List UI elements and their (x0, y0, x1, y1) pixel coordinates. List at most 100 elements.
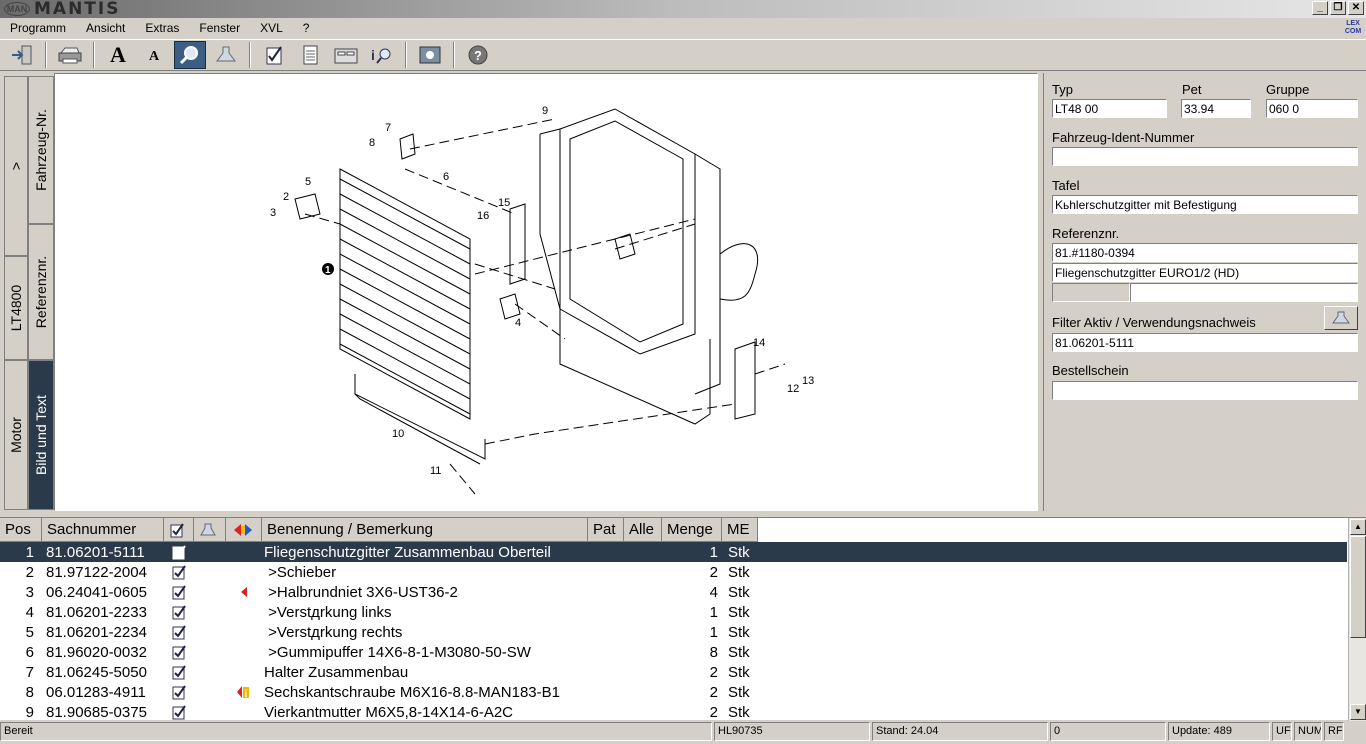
menu-fenster[interactable]: Fenster (189, 21, 250, 35)
tab-lt4800[interactable]: LT4800 (4, 256, 28, 360)
col-pat[interactable]: Pat (588, 518, 624, 542)
typ-label: Typ (1052, 82, 1073, 97)
svg-text:13: 13 (802, 375, 814, 387)
cell-flag (226, 702, 262, 720)
bestellschein-field[interactable] (1052, 381, 1358, 400)
table-row[interactable]: 2 81.97122-2004 >Schieber 2 Stk (0, 562, 1347, 582)
cell-pat (588, 582, 624, 602)
cell-benennung: Sechskantschraube M6X16-8.8-MAN183-B1 (264, 683, 560, 701)
font-large-icon[interactable]: A (102, 41, 134, 69)
scroll-down-icon[interactable]: ▼ (1350, 704, 1366, 720)
image-icon[interactable] (414, 41, 446, 69)
svg-text:12: 12 (787, 383, 799, 395)
svg-text:15: 15 (498, 197, 510, 209)
info-search-icon[interactable]: i (366, 41, 398, 69)
table-row[interactable]: 8 06.01283-4911 i Sechskantschraube M6X16-8… (0, 682, 1347, 702)
referenz-field[interactable]: 81.#1180-0394 (1052, 243, 1358, 262)
tab-bild-und-text[interactable]: Bild und Text (28, 360, 54, 510)
minimize-button[interactable]: _ (1312, 1, 1328, 15)
side-tabs: > Fahrzeug-Nr. LT4800 Referenznr. Motor … (4, 74, 54, 510)
menu-xvl[interactable]: XVL (250, 21, 293, 35)
cell-check[interactable] (164, 642, 194, 662)
cell-check[interactable] (164, 542, 194, 562)
table-row[interactable]: 6 81.96020-0032 >Gummipuffer 14X6-8-1-M30… (0, 642, 1347, 662)
referenz-description[interactable]: Fliegenschutzgitter EURO1/2 (HD) (1052, 263, 1358, 282)
col-sachnummer[interactable]: Sachnummer (42, 518, 164, 542)
scroll-up-icon[interactable]: ▲ (1350, 519, 1366, 535)
referenz-extra-b[interactable] (1130, 283, 1358, 302)
cell-check[interactable] (164, 702, 194, 720)
col-benennung[interactable]: Benennung / Bemerkung (262, 518, 588, 542)
cell-benennung: Fliegenschutzgitter Zusammenbau Oberteil (264, 543, 551, 561)
parts-diagram[interactable]: 1 2 3 4 5 6 7 8 9 10 11 12 13 14 15 16 (54, 73, 1038, 511)
filter-icon[interactable] (210, 41, 242, 69)
menu-programm[interactable]: Programm (0, 21, 76, 35)
referenz-label: Referenznr. (1052, 226, 1120, 241)
tab-fahrzeug-nr[interactable]: Fahrzeug-Nr. (28, 76, 54, 224)
typ-field[interactable]: LT48 00 (1052, 99, 1167, 118)
menu-extras[interactable]: Extras (135, 21, 189, 35)
status-num: NUM (1294, 722, 1322, 741)
filter-field[interactable]: 81.06201-5111 (1052, 333, 1358, 352)
referenz-extra-a[interactable] (1052, 283, 1130, 302)
cell-pat (588, 662, 624, 682)
svg-text:5: 5 (305, 176, 311, 188)
close-button[interactable]: ✕ (1348, 1, 1364, 15)
status-uf: UF (1272, 722, 1292, 741)
col-check[interactable] (164, 518, 194, 542)
filter-button[interactable] (1324, 306, 1358, 330)
cell-check[interactable] (164, 602, 194, 622)
menu-help[interactable]: ? (293, 21, 320, 35)
table-row[interactable]: 4 81.06201-2233 >Verstдrkung links 1 Stk (0, 602, 1347, 622)
pet-field[interactable]: 33.94 (1181, 99, 1251, 118)
font-small-icon[interactable]: A (138, 41, 170, 69)
help-icon[interactable]: ? (462, 41, 494, 69)
tab-referenznr[interactable]: Referenznr. (28, 224, 54, 360)
cell-sachnummer: 06.01283-4911 (46, 683, 146, 701)
tab-motor[interactable]: Motor (4, 360, 28, 510)
status-zero: 0 (1050, 722, 1166, 741)
zoom-icon[interactable] (174, 41, 206, 69)
status-update: Update: 489 (1168, 722, 1270, 741)
restore-button[interactable]: ❐ (1330, 1, 1346, 15)
cabinet-icon[interactable] (330, 41, 362, 69)
menu-ansicht[interactable]: Ansicht (76, 21, 135, 35)
checklist-icon[interactable] (258, 41, 290, 69)
table-row[interactable]: 1 81.06201-5111 Fliegenschutzgitter Zusamm… (0, 542, 1347, 562)
cell-pat (588, 682, 624, 702)
cell-check[interactable] (164, 622, 194, 642)
table-scrollbar[interactable]: ▲ ▼ (1348, 518, 1366, 721)
cell-menge: 2 (709, 663, 718, 681)
table-row[interactable]: 5 81.06201-2234 >Verstдrkung rechts 1 Stk (0, 622, 1347, 642)
table-row[interactable]: 3 06.24041-0605 >Halbrundniet 3X6-UST36-2… (0, 582, 1347, 602)
table-row[interactable]: 7 81.06245-5050 Halter Zusammenbau 2 Stk (0, 662, 1347, 682)
checklist-icon (172, 585, 186, 600)
cell-check[interactable] (164, 682, 194, 702)
col-alle[interactable]: Alle (624, 518, 662, 542)
gruppe-field[interactable]: 060 0 (1266, 99, 1358, 118)
cell-benennung: >Verstдrkung links (264, 603, 392, 621)
col-filter[interactable] (194, 518, 226, 542)
col-me[interactable]: ME (722, 518, 758, 542)
svg-text:8: 8 (369, 137, 375, 149)
cell-check[interactable] (164, 582, 194, 602)
tab-arrow[interactable]: > (4, 76, 28, 256)
col-menge[interactable]: Menge (662, 518, 722, 542)
lexcom-icon[interactable]: LEX COM (1344, 20, 1362, 38)
ident-field[interactable] (1052, 147, 1358, 166)
tafel-field[interactable]: Kьhlerschutzgitter mit Befestigung (1052, 195, 1358, 214)
table-row[interactable]: 9 81.90685-0375 Vierkantmutter M6X5,8-14X1… (0, 702, 1347, 721)
cell-check[interactable] (164, 562, 194, 582)
exit-icon[interactable] (6, 41, 38, 69)
svg-text:6: 6 (443, 171, 449, 183)
cell-filter (194, 662, 226, 682)
cell-pos: 2 (25, 563, 34, 581)
col-flag[interactable] (226, 518, 262, 542)
col-pos[interactable]: Pos (0, 518, 42, 542)
cell-check[interactable] (164, 662, 194, 682)
document-icon[interactable] (294, 41, 326, 69)
print-icon[interactable] (54, 41, 86, 69)
scroll-thumb[interactable] (1350, 536, 1366, 638)
man-logo: MAN (4, 2, 30, 16)
cell-alle (624, 662, 662, 682)
